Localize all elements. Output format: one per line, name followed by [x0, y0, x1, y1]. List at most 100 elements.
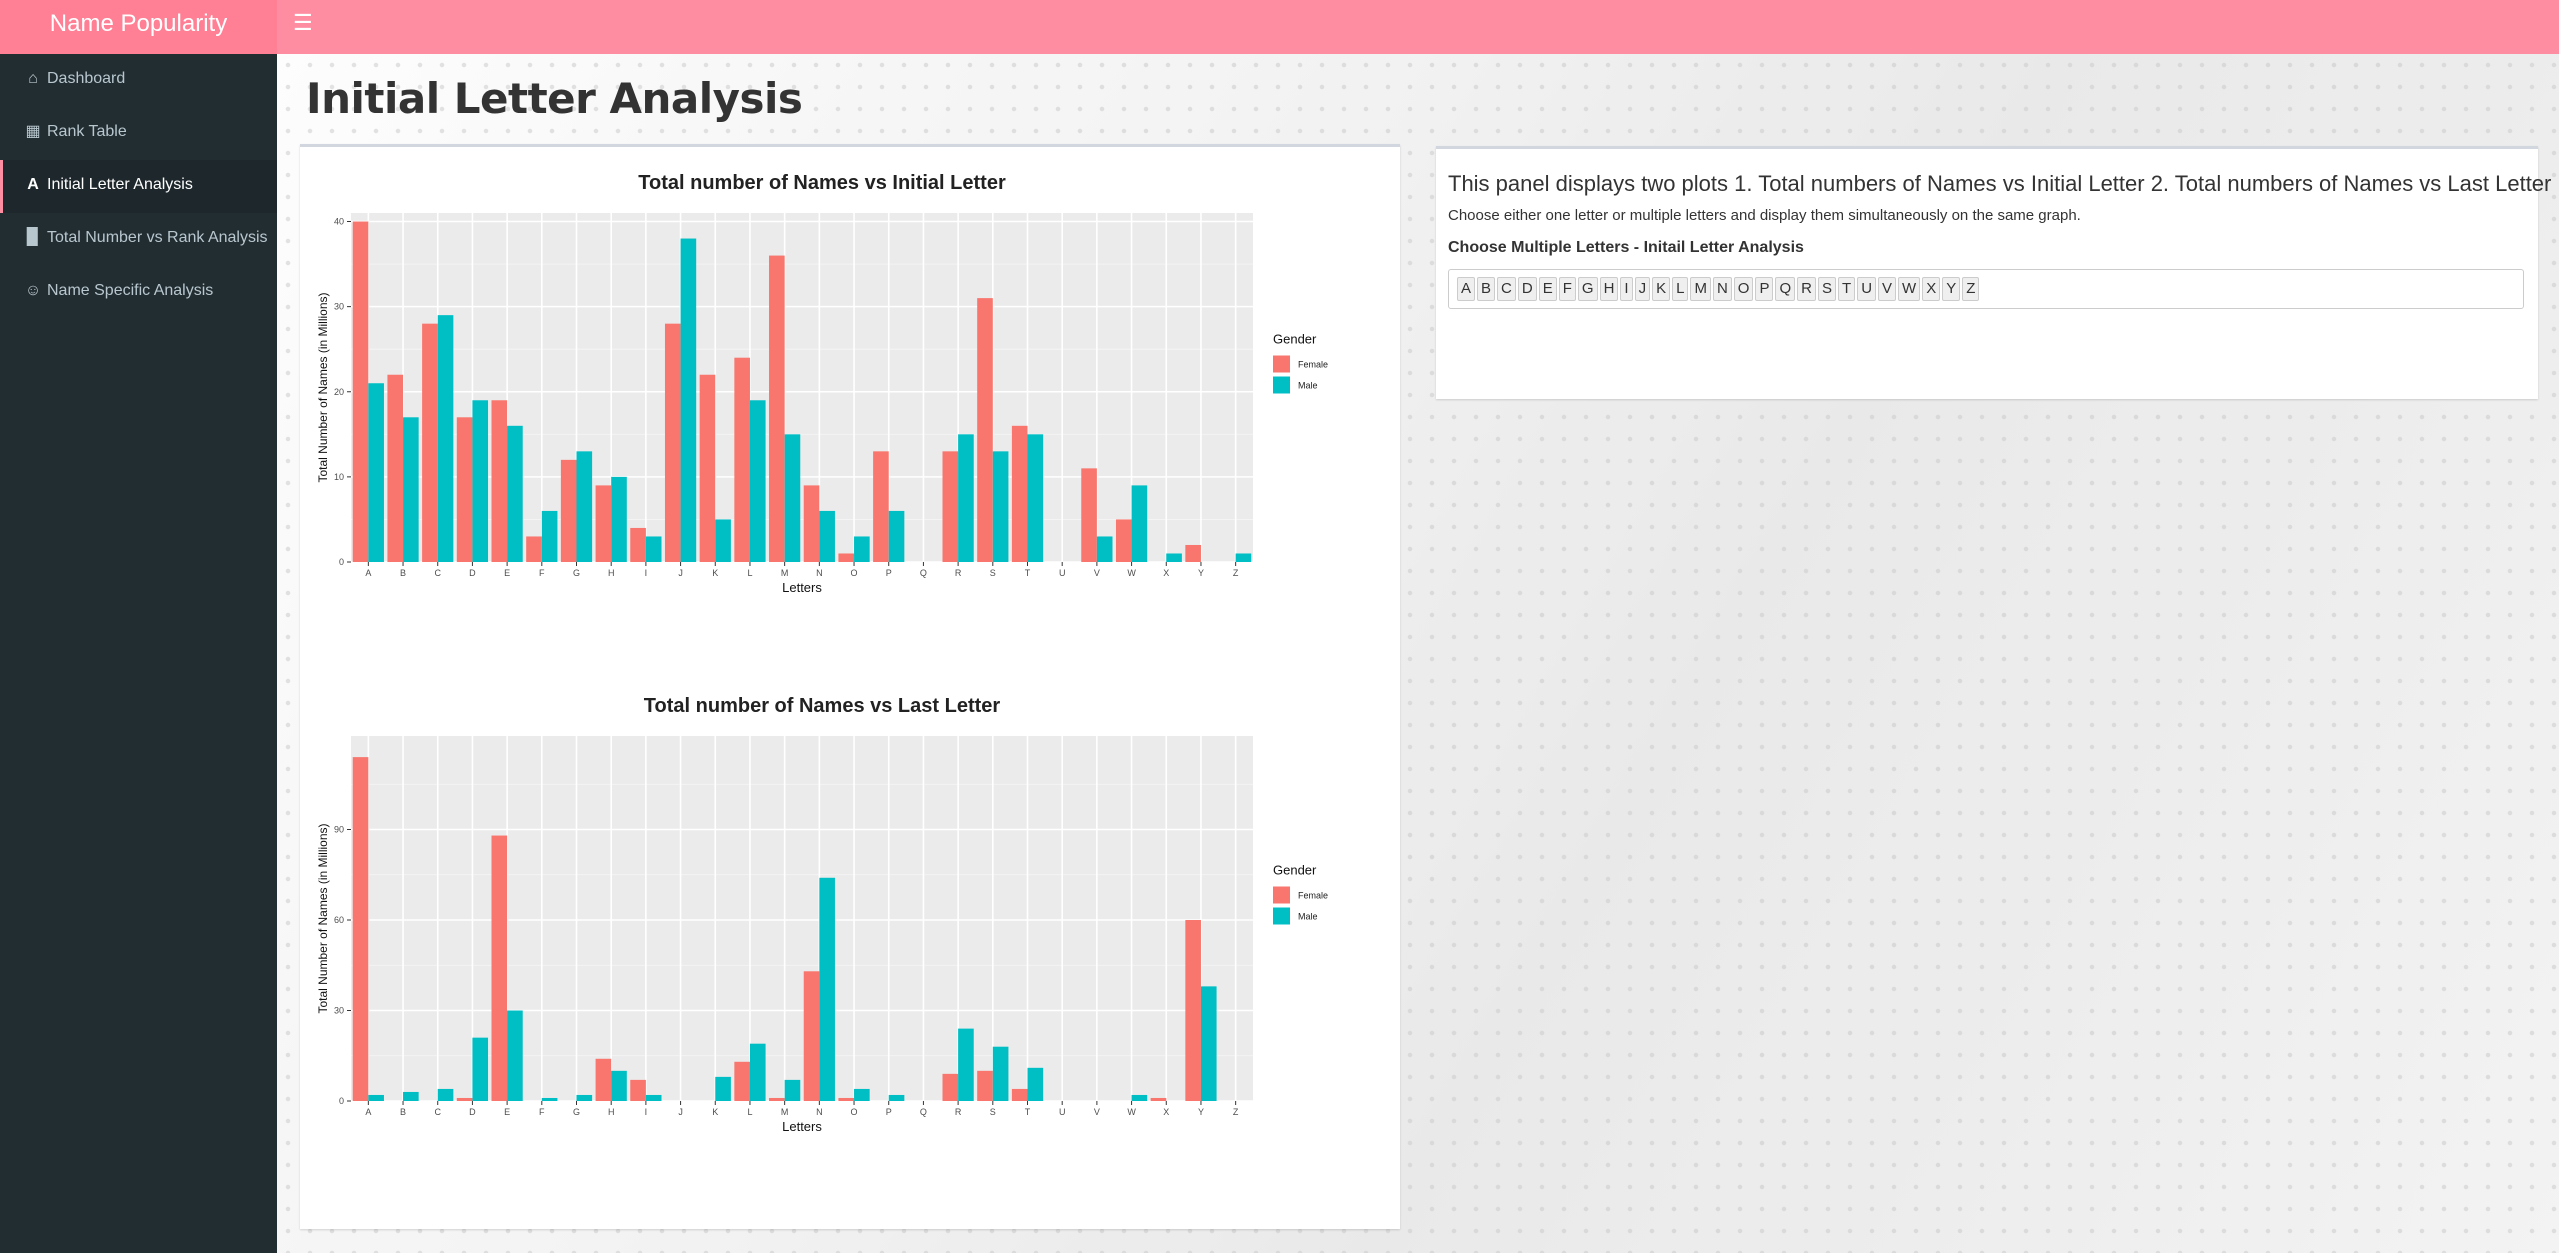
x-tick-label: J	[678, 568, 683, 578]
letter-chip-u[interactable]: U	[1857, 277, 1877, 301]
x-tick-label: K	[712, 568, 718, 578]
letter-chip-i[interactable]: I	[1620, 277, 1633, 301]
x-tick-label: S	[990, 568, 996, 578]
bar-female-h	[595, 485, 612, 562]
bar-female-n	[803, 485, 820, 562]
legend-key-female	[1273, 886, 1290, 904]
bar-male-p	[888, 1094, 905, 1101]
x-tick-label: S	[990, 1107, 996, 1117]
x-tick-label: P	[886, 1107, 892, 1117]
bar-female-t	[1011, 425, 1028, 562]
x-tick-label: U	[1059, 568, 1066, 578]
letter-chip-d[interactable]: D	[1517, 277, 1537, 301]
top-navbar: Name Popularity ☰	[0, 0, 2559, 54]
letter-chip-q[interactable]: Q	[1775, 277, 1796, 301]
bar-male-p	[888, 510, 905, 562]
letter-chip-a[interactable]: A	[1457, 277, 1476, 301]
x-tick-label: X	[1163, 1107, 1169, 1117]
bar-male-w	[1131, 485, 1148, 562]
x-tick-label: X	[1163, 568, 1169, 578]
x-tick-label: W	[1127, 1107, 1136, 1117]
chart-title: Total number of Names vs Last Letter	[644, 695, 1001, 717]
x-tick-label: T	[1025, 1107, 1031, 1117]
x-tick-label: H	[608, 568, 615, 578]
bar-male-e	[507, 425, 523, 562]
x-tick-label: Z	[1233, 568, 1239, 578]
letter-chip-o[interactable]: O	[1733, 277, 1754, 301]
x-tick-label: F	[539, 1107, 545, 1117]
letters-multiselect[interactable]: ABCDEFGHIJKLMNOPQRSTUVWXYZ	[1448, 269, 2524, 309]
x-tick-label: F	[539, 568, 545, 578]
bar-male-r	[958, 434, 974, 562]
bar-male-s	[992, 451, 1009, 562]
bar-male-c	[437, 1088, 454, 1101]
bar-male-f	[541, 1097, 558, 1101]
user-icon: ☺	[24, 282, 42, 299]
letter-chip-c[interactable]: C	[1497, 277, 1516, 301]
letter-chip-p[interactable]: P	[1755, 277, 1774, 301]
table-icon: ▦	[25, 123, 41, 140]
y-tick-label: 30	[334, 302, 344, 312]
letter-chip-y[interactable]: Y	[1942, 277, 1961, 301]
x-tick-label: O	[851, 568, 858, 578]
x-tick-label: V	[1094, 568, 1100, 578]
letter-chip-s[interactable]: S	[1818, 277, 1837, 301]
letter-chip-z[interactable]: Z	[1962, 277, 1980, 301]
bar-female-g	[560, 459, 577, 562]
letter-chip-k[interactable]: K	[1652, 277, 1671, 301]
bar-female-e	[491, 835, 508, 1101]
x-tick-label: E	[504, 1107, 510, 1117]
letter-chip-h[interactable]: H	[1599, 277, 1619, 301]
letter-chip-v[interactable]: V	[1878, 277, 1897, 301]
y-tick-label: 90	[334, 825, 344, 835]
app-brand[interactable]: Name Popularity	[0, 0, 277, 54]
sidebar-item-dashboard[interactable]: ⌂ Dashboard	[0, 54, 277, 107]
bar-female-i	[630, 1079, 646, 1101]
bar-male-g	[576, 451, 593, 562]
bar-female-s	[977, 1070, 993, 1101]
y-tick-label: 20	[334, 387, 344, 397]
panel-instruction: Choose either one letter or multiple let…	[1448, 207, 2081, 224]
bar-female-b	[387, 374, 404, 562]
sidebar-item-initial-letter-analysis[interactable]: A Initial Letter Analysis	[0, 160, 277, 213]
bar-male-v	[1096, 536, 1113, 562]
bar-female-r	[942, 451, 959, 562]
letter-chip-n[interactable]: N	[1712, 277, 1732, 301]
letter-chip-x[interactable]: X	[1922, 277, 1941, 301]
x-tick-label: M	[781, 568, 789, 578]
bar-male-b	[403, 1091, 419, 1101]
sidebar-item-total-number-vs-rank[interactable]: ▉ Total Number vs Rank Analysis	[0, 213, 277, 266]
legend-key-male	[1273, 907, 1290, 925]
x-tick-label: U	[1059, 1107, 1066, 1117]
letter-chip-f[interactable]: F	[1558, 277, 1576, 301]
bar-male-j	[680, 238, 697, 562]
bar-female-l	[734, 357, 750, 562]
letter-chip-w[interactable]: W	[1898, 277, 1921, 301]
sidebar-item-name-specific-analysis[interactable]: ☺ Name Specific Analysis	[0, 266, 277, 319]
sidebar-item-label: Total Number vs Rank Analysis	[47, 229, 268, 246]
bar-male-a	[368, 383, 384, 562]
letter-chip-l[interactable]: L	[1672, 277, 1689, 301]
hamburger-icon[interactable]: ☰	[293, 12, 313, 34]
x-tick-label: D	[469, 568, 476, 578]
x-tick-label: W	[1127, 568, 1136, 578]
x-tick-label: P	[886, 568, 892, 578]
y-tick-label: 0	[339, 1096, 344, 1106]
font-a-icon: A	[27, 176, 39, 193]
sidebar-item-label: Dashboard	[47, 70, 126, 87]
letter-chip-m[interactable]: M	[1690, 277, 1711, 301]
x-tick-label: Q	[920, 568, 927, 578]
legend-title: Gender	[1273, 863, 1317, 878]
y-axis-label: Total Number of Names (in Millions)	[316, 823, 330, 1013]
sidebar-item-rank-table[interactable]: ▦ Rank Table	[0, 107, 277, 160]
bar-male-b	[403, 417, 419, 562]
letter-chip-b[interactable]: B	[1477, 277, 1496, 301]
letter-chip-g[interactable]: G	[1577, 277, 1598, 301]
letter-chip-j[interactable]: J	[1634, 277, 1651, 301]
bar-female-f	[526, 536, 542, 562]
bar-female-y	[1185, 920, 1201, 1101]
letter-chip-e[interactable]: E	[1538, 277, 1557, 301]
letter-chip-r[interactable]: R	[1797, 277, 1816, 301]
bar-male-i	[645, 536, 662, 562]
letter-chip-t[interactable]: T	[1838, 277, 1856, 301]
